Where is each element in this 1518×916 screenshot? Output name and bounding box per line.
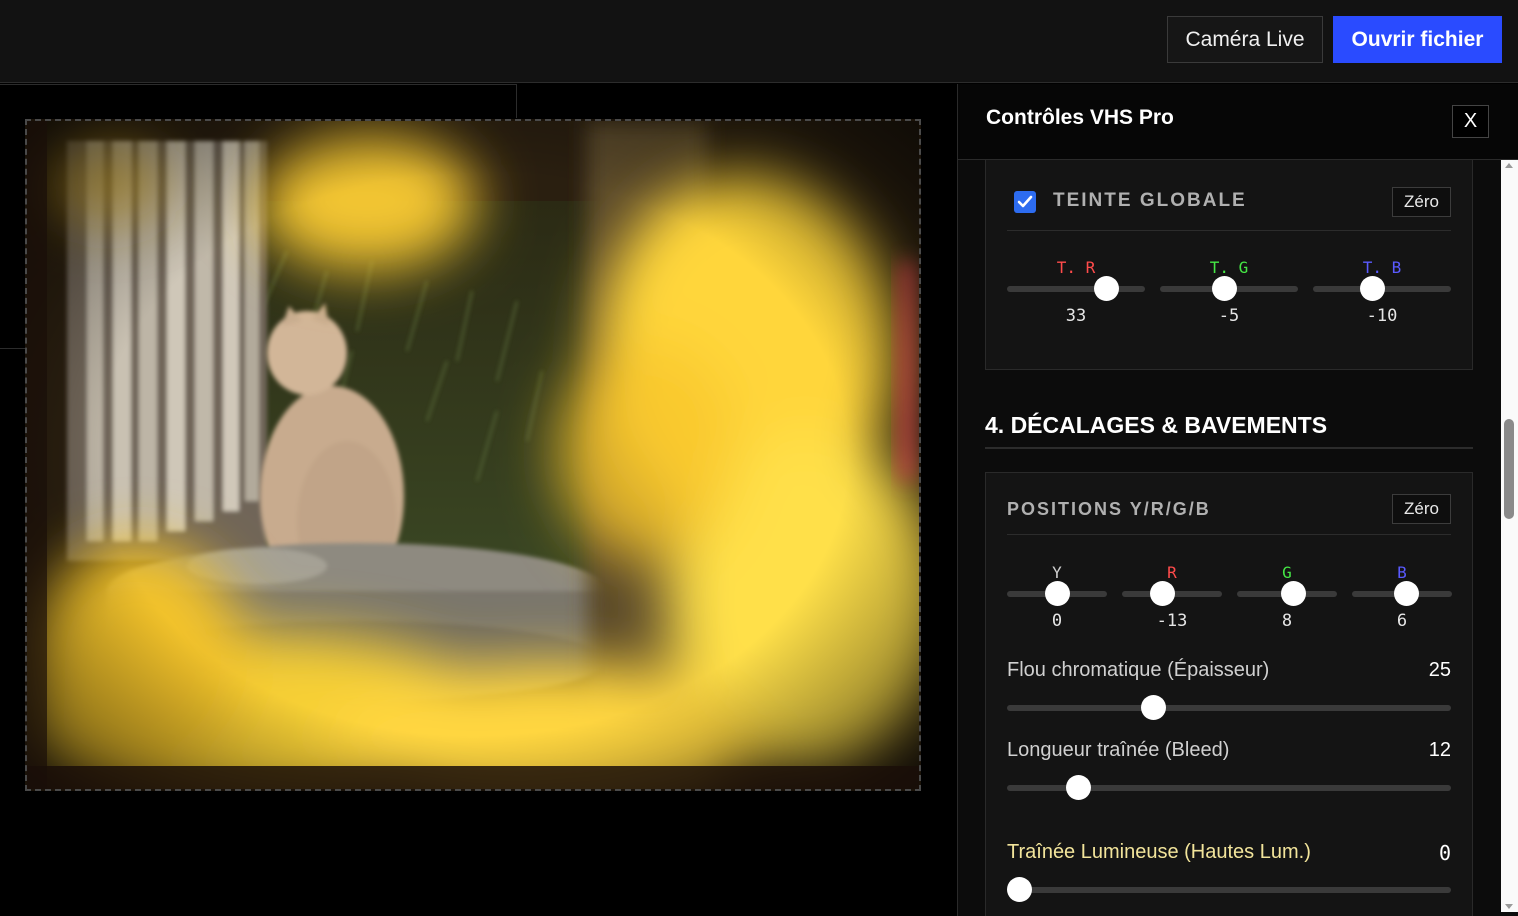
position-thumb[interactable]	[1044, 581, 1070, 606]
bleed-length-label: Longueur traînée (Bleed)	[1007, 739, 1230, 761]
live-camera-button[interactable]: Caméra Live	[1167, 16, 1323, 63]
bleed-length-value: 12	[1428, 739, 1451, 761]
chroma-blur-value: 25	[1428, 659, 1451, 681]
section-divider	[985, 447, 1473, 449]
position-thumb[interactable]	[1280, 581, 1306, 606]
section-title: 4. DÉCALAGES & BAVEMENTS	[985, 412, 1328, 438]
position-value: 0	[1051, 611, 1063, 631]
vhs-cat-image	[27, 121, 919, 789]
panel-header: Contrôles VHS Pro X	[958, 84, 1518, 160]
chroma-blur-label: Flou chromatique (Épaisseur)	[1007, 659, 1270, 681]
light-trail-label: Traînée Lumineuse (Hautes Lum.)	[1007, 841, 1311, 863]
close-button[interactable]: X	[1452, 105, 1489, 138]
tint-value: -5	[1218, 306, 1240, 326]
card-header: TEINTE GLOBALE Zéro	[1007, 160, 1451, 231]
positions-card: POSITIONS Y/R/G/B Zéro Flou chromatique …	[985, 472, 1473, 916]
position-value: 6	[1396, 611, 1408, 631]
light-trail-slider[interactable]	[1007, 887, 1451, 893]
panel-title: Contrôles VHS Pro	[986, 106, 1174, 129]
position-thumb[interactable]	[1149, 581, 1175, 606]
light-trail-thumb[interactable]	[1007, 877, 1032, 902]
preview-divider	[0, 84, 516, 85]
position-value: -13	[1156, 611, 1188, 631]
scroll-thumb[interactable]	[1504, 419, 1514, 519]
position-thumb[interactable]	[1394, 581, 1419, 606]
video-preview[interactable]	[25, 119, 921, 791]
global-tint-checkbox[interactable]	[1014, 191, 1036, 213]
tint-value: -10	[1366, 306, 1398, 326]
position-label: B	[1397, 563, 1407, 582]
position-label: G	[1282, 563, 1292, 582]
tint-thumb[interactable]	[1211, 276, 1237, 301]
tint-value: 33	[1065, 306, 1087, 326]
tint-slider[interactable]	[1007, 286, 1145, 292]
preview-divider-left	[0, 348, 25, 349]
tint-label: T. R	[1056, 258, 1096, 277]
checkmark-icon	[1017, 195, 1033, 208]
position-label: Y	[1052, 563, 1062, 582]
global-tint-reset-button[interactable]: Zéro	[1392, 187, 1451, 217]
card-title: TEINTE GLOBALE	[1053, 190, 1247, 211]
card-header: POSITIONS Y/R/G/B Zéro	[1007, 473, 1451, 535]
chroma-blur-thumb[interactable]	[1141, 695, 1167, 720]
tint-label: T. G	[1209, 258, 1249, 277]
scroll-up-arrow-icon[interactable]	[1505, 163, 1513, 168]
positions-reset-button[interactable]: Zéro	[1392, 494, 1451, 524]
bleed-length-thumb[interactable]	[1065, 775, 1091, 800]
position-value: 8	[1281, 611, 1293, 631]
panel-scrollbar[interactable]	[1501, 160, 1518, 912]
open-file-button[interactable]: Ouvrir fichier	[1333, 16, 1502, 63]
tint-label: T. B	[1362, 258, 1402, 277]
global-tint-card: TEINTE GLOBALE Zéro T. R 33 T. G -5 T. B -10	[985, 160, 1473, 370]
tint-thumb[interactable]	[1094, 276, 1119, 301]
light-trail-value: 0	[1438, 841, 1451, 865]
position-label: R	[1167, 563, 1177, 582]
chroma-blur-slider[interactable]	[1007, 705, 1451, 711]
scroll-down-arrow-icon[interactable]	[1505, 904, 1513, 909]
tint-thumb[interactable]	[1360, 276, 1386, 301]
card-title: POSITIONS Y/R/G/B	[1007, 499, 1211, 519]
preview-divider-vertical	[516, 84, 517, 118]
